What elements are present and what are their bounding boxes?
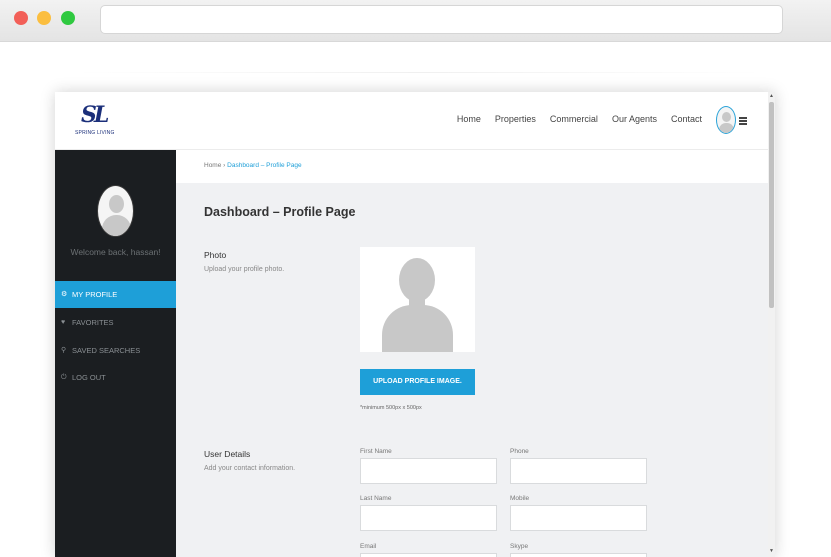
avatar-head: [722, 112, 731, 122]
last-name-label: Last Name: [360, 495, 392, 502]
profile-photo-preview: [360, 247, 475, 352]
first-name-field[interactable]: [360, 458, 497, 484]
email-field[interactable]: [360, 553, 497, 557]
nav-contact[interactable]: Contact: [671, 114, 702, 124]
main-nav: Home Properties Commercial Our Agents Co…: [443, 114, 702, 124]
site-header: SL SPRING LIVING Home Properties Commerc…: [55, 92, 775, 150]
browser-chrome: [0, 0, 831, 42]
hamburger-menu-icon[interactable]: [739, 117, 747, 125]
breadcrumb: Home › Dashboard – Profile Page: [176, 150, 768, 183]
phone-label: Phone: [510, 448, 529, 455]
sidebar-item-saved-searches[interactable]: ⚲ SAVED SEARCHES: [55, 337, 176, 364]
logo-text: SPRING LIVING: [75, 130, 115, 136]
email-label: Email: [360, 543, 377, 550]
sidebar-item-my-profile[interactable]: ⚙ MY PROFILE: [55, 281, 176, 308]
photo-section-subtitle: Upload your profile photo.: [204, 266, 285, 273]
logo[interactable]: SL SPRING LIVING: [75, 102, 115, 140]
sidebar-item-favorites[interactable]: ♥ FAVORITES: [55, 309, 176, 336]
sidebar-item-log-out[interactable]: ⏻ LOG OUT: [55, 364, 176, 391]
heart-icon: ♥: [61, 319, 66, 326]
phone-field[interactable]: [510, 458, 647, 484]
welcome-text: Welcome back, hassan!: [70, 247, 161, 257]
mobile-field[interactable]: [510, 505, 647, 531]
scroll-up-icon[interactable]: ▲: [769, 93, 774, 99]
scroll-thumb[interactable]: [769, 102, 774, 308]
profile-avatar: [97, 185, 134, 237]
maximize-window-button[interactable]: [61, 11, 75, 25]
mobile-label: Mobile: [510, 495, 530, 502]
placeholder-body: [382, 305, 453, 352]
upload-profile-image-button[interactable]: UPLOAD PROFILE IMAGE.: [360, 369, 475, 395]
nav-properties[interactable]: Properties: [495, 114, 536, 124]
user-details-title: User Details: [204, 449, 251, 459]
nav-home[interactable]: Home: [457, 114, 481, 124]
breadcrumb-separator: ›: [223, 162, 226, 169]
breadcrumb-current: Dashboard – Profile Page: [227, 162, 302, 169]
sidebar-item-label: LOG OUT: [72, 373, 106, 382]
close-window-button[interactable]: [14, 11, 28, 25]
sidebar: Welcome back, hassan! ⚙ MY PROFILE ♥ FAV…: [55, 150, 176, 557]
sidebar-item-label: FAVORITES: [72, 318, 114, 327]
scrollbar[interactable]: ▲ ▼: [768, 92, 775, 557]
photo-section-title: Photo: [204, 250, 227, 260]
avatar-body: [719, 123, 734, 133]
breadcrumb-home[interactable]: Home: [204, 162, 221, 169]
page-title: Dashboard – Profile Page: [204, 205, 356, 219]
main-content: Home › Dashboard – Profile Page Dashboar…: [176, 150, 768, 557]
sidebar-item-label: SAVED SEARCHES: [72, 346, 141, 355]
gear-icon: ⚙: [61, 291, 68, 298]
power-icon: ⏻: [61, 374, 67, 381]
last-name-field[interactable]: [360, 505, 497, 531]
minimize-window-button[interactable]: [37, 11, 51, 25]
user-details-subtitle: Add your contact information.: [204, 465, 296, 472]
site-window: SL SPRING LIVING Home Properties Commerc…: [55, 92, 775, 557]
skype-label: Skype: [510, 543, 529, 550]
scroll-down-icon[interactable]: ▼: [769, 548, 774, 554]
skype-field[interactable]: [510, 553, 647, 557]
user-avatar[interactable]: [716, 106, 736, 134]
divider: [72, 72, 766, 73]
nav-our-agents[interactable]: Our Agents: [612, 114, 657, 124]
image-size-hint: *minimum 500px x 500px: [360, 405, 422, 411]
nav-commercial[interactable]: Commercial: [550, 114, 598, 124]
sidebar-item-label: MY PROFILE: [72, 290, 118, 299]
placeholder-head: [399, 258, 435, 302]
address-bar[interactable]: [100, 5, 783, 34]
first-name-label: First Name: [360, 448, 392, 455]
search-icon: ⚲: [61, 347, 67, 354]
logo-mark: SL: [81, 102, 109, 128]
